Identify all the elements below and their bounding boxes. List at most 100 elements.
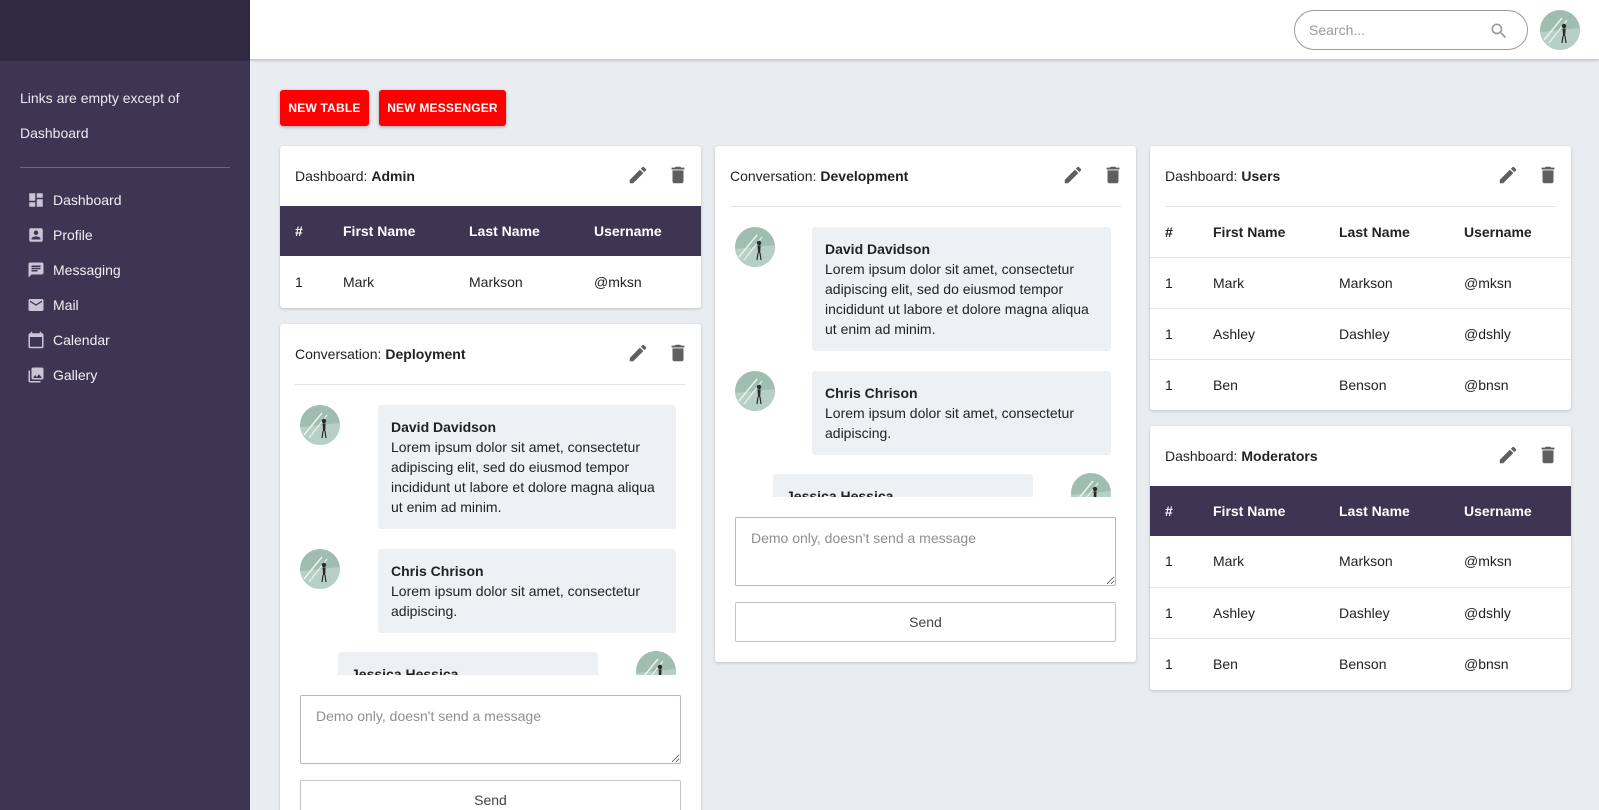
- table-row: 1 Mark Markson @mksn: [1150, 536, 1571, 587]
- message-bubble: Chris Chrison Lorem ipsum dolor sit amet…: [812, 371, 1111, 455]
- table-cell: Mark: [343, 273, 375, 290]
- message-bubble: Jessica Hessica: [773, 474, 1033, 497]
- table-cell: Ben: [1198, 637, 1324, 689]
- table-cell: Ashley: [1198, 586, 1324, 638]
- sidebar-brand-bar: [0, 0, 250, 61]
- message-author: Chris Chrison: [825, 385, 918, 401]
- column-header: Last Name: [1324, 207, 1449, 257]
- profile-icon: [27, 226, 45, 244]
- card-title: Deployment: [385, 346, 466, 362]
- admin-table-card: Dashboard: Admin # First Name Last Name …: [280, 146, 701, 308]
- card-header: Dashboard: Admin: [280, 146, 701, 206]
- column-header: Username: [1449, 486, 1571, 536]
- new-table-button[interactable]: NEW TABLE: [280, 90, 369, 126]
- moderators-table-card: Dashboard: Moderators # First Name Last …: [1150, 426, 1571, 690]
- delete-icon[interactable]: [667, 342, 689, 366]
- table-cell: Ben: [1198, 358, 1324, 410]
- table-cell: @bnsn: [1449, 637, 1571, 689]
- messaging-icon: [27, 261, 45, 279]
- message-input[interactable]: [735, 517, 1116, 586]
- delete-icon[interactable]: [667, 164, 689, 188]
- edit-icon[interactable]: [627, 164, 649, 188]
- sidebar-item-gallery[interactable]: Gallery: [0, 357, 250, 392]
- card-header: Conversation: Development: [715, 146, 1136, 206]
- message-input[interactable]: [300, 695, 681, 764]
- search-icon[interactable]: [1489, 21, 1509, 41]
- table-row: 1 Ashley Dashley @dshly: [1150, 307, 1571, 359]
- sidebar-item-label: Messaging: [53, 261, 121, 278]
- message-list: David Davidson Lorem ipsum dolor sit ame…: [280, 385, 701, 675]
- sidebar-item-dashboard[interactable]: Dashboard: [0, 182, 250, 217]
- moderators-table: # First Name Last Name Username 1 Mark M…: [1150, 486, 1571, 689]
- column-header: Last Name: [1324, 486, 1449, 536]
- table-cell: @mksn: [1449, 256, 1571, 308]
- message-author: David Davidson: [391, 419, 497, 435]
- table-cell: 1: [1150, 256, 1198, 308]
- table-cell: Ashley: [1198, 307, 1324, 359]
- table-cell: 1: [1150, 586, 1198, 638]
- avatar: [1071, 473, 1111, 497]
- table-row: 1 Ben Benson @bnsn: [1150, 637, 1571, 689]
- card-title: Users: [1241, 168, 1281, 184]
- mail-icon: [27, 296, 45, 314]
- delete-icon[interactable]: [1537, 444, 1559, 468]
- column-header: #: [1150, 486, 1198, 536]
- message-author: Jessica Hessica: [786, 488, 894, 497]
- sidebar: Links are empty except of Dashboard Dash…: [0, 0, 250, 810]
- edit-icon[interactable]: [1062, 164, 1084, 188]
- card-title-prefix: Conversation:: [730, 168, 817, 184]
- delete-icon[interactable]: [1102, 164, 1124, 188]
- sidebar-item-label: Mail: [53, 296, 79, 313]
- avatar: [300, 405, 340, 445]
- card-title-prefix: Dashboard:: [295, 168, 368, 184]
- edit-icon[interactable]: [1497, 164, 1519, 188]
- table-cell: Markson: [1339, 553, 1393, 570]
- sidebar-item-profile[interactable]: Profile: [0, 217, 250, 252]
- table-cell: 1: [1150, 358, 1198, 410]
- table-cell: 1: [1150, 307, 1198, 359]
- card-title-prefix: Dashboard:: [1165, 448, 1238, 464]
- message-bubble: David Davidson Lorem ipsum dolor sit ame…: [812, 227, 1111, 351]
- table-cell: Mark: [1198, 256, 1324, 308]
- column-header: First Name: [1198, 207, 1324, 257]
- edit-icon[interactable]: [627, 342, 649, 366]
- edit-icon[interactable]: [1497, 444, 1519, 468]
- sidebar-item-label: Calendar: [53, 331, 110, 348]
- card-header: Dashboard: Moderators: [1150, 426, 1571, 486]
- table-cell: Markson: [469, 273, 523, 290]
- send-button[interactable]: Send: [735, 602, 1116, 642]
- table-cell: @dshly: [1449, 307, 1571, 359]
- table-cell: 1: [1165, 553, 1173, 570]
- sidebar-note: Links are empty except of Dashboard: [20, 90, 180, 141]
- message-text: Lorem ipsum dolor sit amet, consectetur …: [825, 261, 1089, 337]
- card-title: Admin: [371, 168, 415, 184]
- table-row: 1 Ashley Dashley @dshly: [1150, 586, 1571, 638]
- message-text: Lorem ipsum dolor sit amet, consectetur …: [391, 439, 655, 515]
- sidebar-item-calendar[interactable]: Calendar: [0, 322, 250, 357]
- top-bar: [250, 0, 1599, 60]
- avatar: [300, 549, 340, 589]
- table-row: 1 Mark Markson @mksn: [280, 256, 701, 307]
- column-header: #: [280, 206, 328, 256]
- gallery-icon: [27, 366, 45, 384]
- send-button[interactable]: Send: [300, 780, 681, 810]
- sidebar-item-label: Profile: [53, 226, 93, 243]
- delete-icon[interactable]: [1537, 164, 1559, 188]
- sidebar-item-messaging[interactable]: Messaging: [0, 252, 250, 287]
- message-bubble: Chris Chrison Lorem ipsum dolor sit amet…: [378, 549, 676, 633]
- sidebar-divider: [20, 167, 230, 168]
- card-title: Development: [820, 168, 909, 184]
- message-bubble: Jessica Hessica: [338, 652, 598, 675]
- user-avatar[interactable]: [1540, 10, 1580, 50]
- card-header: Dashboard: Users: [1150, 146, 1571, 206]
- new-messenger-button[interactable]: NEW MESSENGER: [379, 90, 506, 126]
- column-header: First Name: [328, 206, 454, 256]
- column-header: Username: [1449, 207, 1571, 257]
- message-text: Lorem ipsum dolor sit amet, consectetur …: [825, 405, 1074, 441]
- admin-table: # First Name Last Name Username 1 Mark M…: [280, 206, 701, 307]
- search-box: [1294, 10, 1528, 50]
- search-input[interactable]: [1309, 20, 1479, 40]
- sidebar-item-mail[interactable]: Mail: [0, 287, 250, 322]
- card-title-prefix: Conversation:: [295, 346, 382, 362]
- card-title: Moderators: [1241, 448, 1318, 464]
